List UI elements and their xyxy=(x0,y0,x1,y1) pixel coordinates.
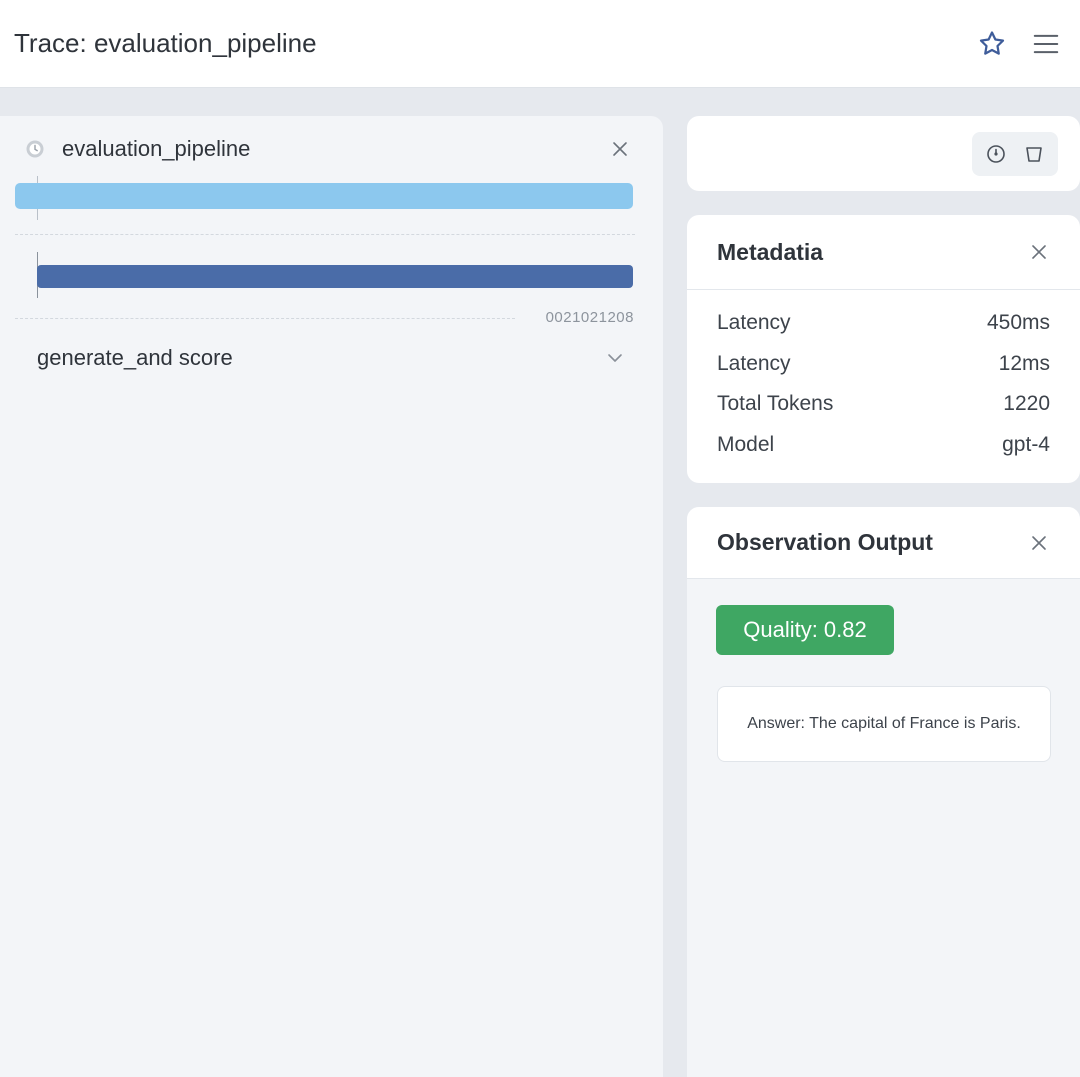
divider xyxy=(15,234,635,235)
metadata-value: 1220 xyxy=(1003,392,1050,416)
close-icon xyxy=(1032,245,1046,259)
trace-child-label: generate_and score xyxy=(37,345,233,370)
history-button[interactable] xyxy=(981,139,1011,169)
clock-icon xyxy=(24,138,46,160)
close-trace-button[interactable] xyxy=(607,136,633,162)
metadata-row: Latency 450ms xyxy=(687,303,1080,344)
delete-button[interactable] xyxy=(1019,139,1049,169)
favorite-button[interactable] xyxy=(972,24,1012,64)
observation-card: Observation Output Quality: 0.82 Answer:… xyxy=(687,507,1080,1077)
chevron-down-icon xyxy=(608,354,622,362)
metadata-card: Metadatia Latency 450ms Latency 12ms Tot… xyxy=(687,215,1080,483)
metadata-key: Latency xyxy=(717,351,791,375)
metadata-row: Total Tokens 1220 xyxy=(687,384,1080,425)
top-bar: Trace: evaluation_pipeline xyxy=(0,0,1080,88)
trace-root-row[interactable]: evaluation_pipeline xyxy=(24,134,633,164)
star-icon xyxy=(979,30,1005,55)
page-title: Trace: evaluation_pipeline xyxy=(14,28,317,58)
observation-title: Observation Output xyxy=(717,529,933,555)
tool-group xyxy=(972,132,1058,176)
metadata-value: 12ms xyxy=(998,351,1050,375)
metadata-value: 450ms xyxy=(986,311,1050,335)
root-span-bar[interactable] xyxy=(15,183,633,209)
observation-header: Observation Output xyxy=(687,507,1080,579)
menu-icon xyxy=(1033,34,1059,53)
child-span-bar[interactable] xyxy=(37,265,633,288)
trace-tree-panel: evaluation_pipeline 0021021208 generate_… xyxy=(0,116,663,1077)
trace-root-label: evaluation_pipeline xyxy=(62,136,251,161)
metadata-key: Latency xyxy=(717,311,791,335)
close-observation-button[interactable] xyxy=(1026,530,1052,556)
trash-icon xyxy=(1026,147,1043,162)
observation-output-text: Answer: The capital of France is Paris. xyxy=(717,686,1051,762)
divider xyxy=(15,318,515,319)
metadata-row: Model gpt-4 xyxy=(687,425,1080,466)
metadata-list: Latency 450ms Latency 12ms Total Tokens … xyxy=(687,290,1080,465)
close-icon xyxy=(1032,535,1046,550)
metadata-value: gpt-4 xyxy=(1002,432,1050,456)
close-icon xyxy=(613,142,627,156)
metadata-key: Model xyxy=(717,432,775,456)
trace-child-row[interactable]: generate_and score xyxy=(37,342,625,374)
metadata-header: Metadatia xyxy=(687,215,1080,290)
tools-card xyxy=(687,116,1080,191)
metadata-title: Metadatia xyxy=(717,238,824,265)
metadata-row: Latency 12ms xyxy=(687,344,1080,385)
span-duration: 0021021208 xyxy=(545,309,634,326)
metadata-key: Total Tokens xyxy=(717,392,834,416)
quality-score-badge: Quality: 0.82 xyxy=(716,605,894,655)
clock-icon xyxy=(986,145,1005,163)
close-metadata-button[interactable] xyxy=(1026,239,1052,265)
menu-button[interactable] xyxy=(1026,24,1066,64)
